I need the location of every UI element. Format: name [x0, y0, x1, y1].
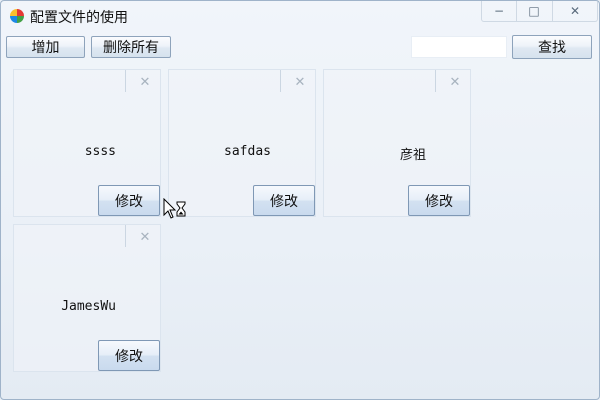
- card-divider: [125, 70, 126, 92]
- minimize-button[interactable]: −: [481, 1, 517, 22]
- card-divider: [280, 70, 281, 92]
- main-window: 配置文件的使用 − □ ✕ 增加 删除所有 查找 ✕ ssss 修改 ✕ saf…: [0, 0, 600, 400]
- search-button[interactable]: 查找: [512, 35, 592, 59]
- edit-button[interactable]: 修改: [98, 340, 160, 371]
- card-close-icon[interactable]: ✕: [448, 76, 462, 90]
- config-card-yanzu: ✕ 彦祖 修改: [323, 69, 471, 217]
- app-icon: [10, 9, 24, 23]
- card-divider: [125, 225, 126, 247]
- card-name: 彦祖: [399, 148, 426, 163]
- card-close-icon[interactable]: ✕: [138, 231, 152, 245]
- card-close-icon[interactable]: ✕: [138, 76, 152, 90]
- edit-button[interactable]: 修改: [98, 185, 160, 216]
- minimize-icon: −: [493, 4, 505, 18]
- search-input[interactable]: [411, 36, 507, 58]
- close-button[interactable]: ✕: [553, 1, 598, 22]
- edit-button[interactable]: 修改: [253, 185, 315, 216]
- config-card-safdas: ✕ safdas 修改: [168, 69, 316, 217]
- add-button[interactable]: 增加: [6, 36, 85, 58]
- title-bar[interactable]: 配置文件的使用 − □ ✕: [1, 1, 599, 31]
- card-divider: [435, 70, 436, 92]
- maximize-button[interactable]: □: [516, 1, 553, 22]
- arrow-busy-icon: [163, 198, 186, 219]
- config-card-jameswu: ✕ JamesWu 修改: [13, 224, 161, 372]
- delete-all-button[interactable]: 删除所有: [91, 36, 171, 58]
- maximize-icon: □: [528, 4, 540, 18]
- card-close-icon[interactable]: ✕: [293, 76, 307, 90]
- card-name: safdas: [224, 144, 271, 159]
- close-icon: ✕: [569, 4, 581, 18]
- edit-button[interactable]: 修改: [408, 185, 470, 216]
- config-card-ssss: ✕ ssss 修改: [13, 69, 161, 217]
- window-title: 配置文件的使用: [30, 10, 128, 26]
- card-name: JamesWu: [61, 299, 116, 314]
- card-name: ssss: [84, 144, 116, 159]
